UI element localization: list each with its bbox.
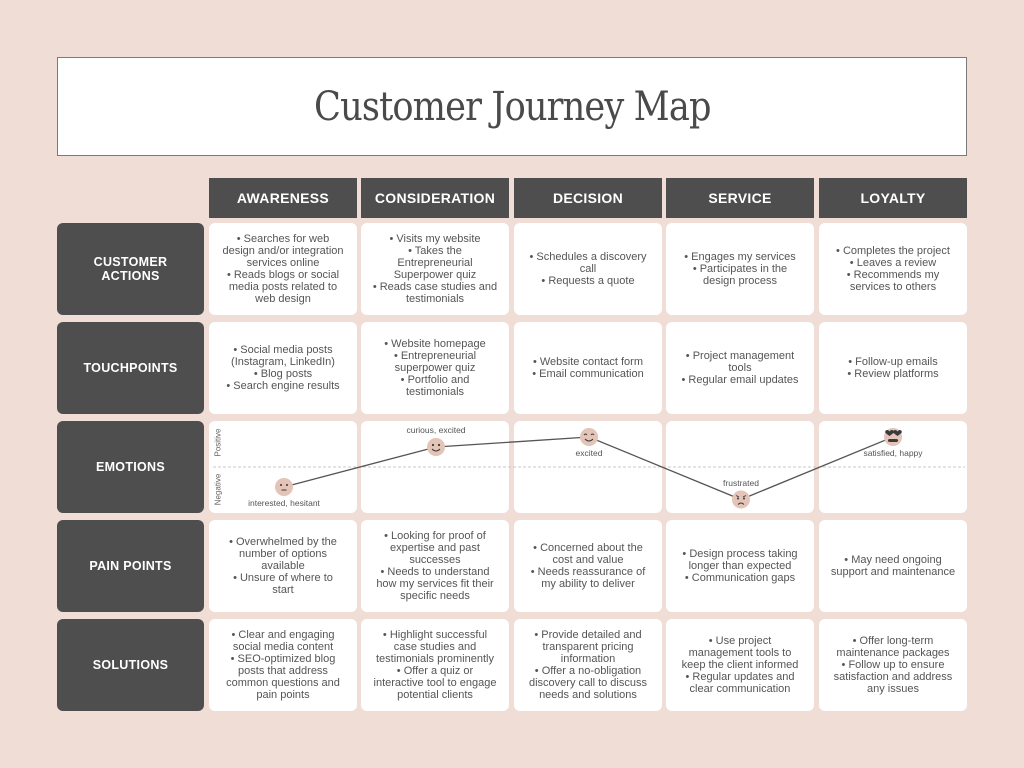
emotion-label: frustrated <box>723 477 759 488</box>
cell-text: • Social media posts (Instagram, LinkedI… <box>226 344 340 392</box>
cell-text: • Provide detailed and transparent prici… <box>529 629 647 701</box>
emotion-cell <box>666 421 814 513</box>
row-label-solutions: SOLUTIONS <box>57 619 204 711</box>
customer-actions-cell-loyalty: • Completes the project • Leaves a revie… <box>819 223 967 315</box>
row-label-text: SOLUTIONS <box>92 658 169 672</box>
row-label-touchpoints: TOUCHPOINTS <box>57 322 204 414</box>
pain-points-cell-service: • Design process taking longer than expe… <box>666 520 814 612</box>
cell-text: • Use project management tools to keep t… <box>681 635 799 695</box>
cell-text: • Website homepage • Entrepreneurial sup… <box>384 338 486 398</box>
cell-text: • Overwhelmed by the number of options a… <box>229 536 337 596</box>
customer-actions-cell-awareness: • Searches for web design and/or integra… <box>209 223 357 315</box>
cell-text: • Concerned about the cost and value • N… <box>530 542 646 590</box>
pain-points-cell-consideration: • Looking for proof of expertise and pas… <box>361 520 509 612</box>
touchpoints-cell-loyalty: • Follow-up emails • Review platforms <box>819 322 967 414</box>
cell-text: • Schedules a discovery call • Requests … <box>529 251 647 287</box>
touchpoints-cell-service: • Project management tools • Regular ema… <box>666 322 814 414</box>
solutions-cell-loyalty: • Offer long-term maintenance packages •… <box>819 619 967 711</box>
stage-header-loyalty: LOYALTY <box>819 178 967 218</box>
row-label-emotions: EMOTIONS <box>57 421 204 513</box>
row-label-text: PAIN POINTS <box>89 559 172 573</box>
pain-points-cell-awareness: • Overwhelmed by the number of options a… <box>209 520 357 612</box>
cell-text: • May need ongoing support and maintenan… <box>830 554 956 578</box>
cell-text: • Clear and engaging social media conten… <box>226 629 340 701</box>
cell-text: • Searches for web design and/or integra… <box>222 233 344 305</box>
row-label-customer-actions: CUSTOMER ACTIONS <box>57 223 204 315</box>
cell-text: • Design process taking longer than expe… <box>682 548 798 584</box>
emotion-cell <box>514 421 662 513</box>
stage-header-decision: DECISION <box>514 178 662 218</box>
row-label-text: TOUCHPOINTS <box>83 361 178 375</box>
stage-header-consideration: CONSIDERATION <box>361 178 509 218</box>
solutions-cell-decision: • Provide detailed and transparent prici… <box>514 619 662 711</box>
stage-header-service: SERVICE <box>666 178 814 218</box>
touchpoints-cell-awareness: • Social media posts (Instagram, LinkedI… <box>209 322 357 414</box>
cell-text: • Looking for proof of expertise and pas… <box>376 530 494 602</box>
cell-text: • Follow-up emails • Review platforms <box>847 356 939 380</box>
emotion-label: interested, hesitant <box>248 498 320 508</box>
page-title: Customer Journey Map <box>313 83 711 130</box>
cell-text: • Engages my services • Participates in … <box>684 251 796 287</box>
customer-actions-cell-decision: • Schedules a discovery call • Requests … <box>514 223 662 315</box>
cell-text: • Website contact form • Email communica… <box>532 356 644 380</box>
cell-text: • Completes the project • Leaves a revie… <box>836 245 950 293</box>
title-banner: Customer Journey Map <box>57 57 967 156</box>
emotion-cell <box>819 421 967 513</box>
row-label-pain-points: PAIN POINTS <box>57 520 204 612</box>
stage-header-awareness: AWARENESS <box>209 178 357 218</box>
cell-text: • Offer long-term maintenance packages •… <box>833 635 953 695</box>
customer-actions-cell-service: • Engages my services • Participates in … <box>666 223 814 315</box>
cell-text: • Highlight successful case studies and … <box>373 629 497 701</box>
pain-points-cell-decision: • Concerned about the cost and value • N… <box>514 520 662 612</box>
touchpoints-cell-decision: • Website contact form • Email communica… <box>514 322 662 414</box>
row-label-text: EMOTIONS <box>95 460 166 474</box>
solutions-cell-awareness: • Clear and engaging social media conten… <box>209 619 357 711</box>
row-label-text: CUSTOMER ACTIONS <box>93 255 168 283</box>
emotion-label: satisfied, happy <box>863 448 923 458</box>
solutions-cell-service: • Use project management tools to keep t… <box>666 619 814 711</box>
pain-points-cell-loyalty: • May need ongoing support and maintenan… <box>819 520 967 612</box>
cell-text: • Project management tools • Regular ema… <box>681 350 799 386</box>
axis-label-negative: Negative <box>213 473 223 506</box>
solutions-cell-consideration: • Highlight successful case studies and … <box>361 619 509 711</box>
cell-text: • Visits my website • Takes the Entrepre… <box>372 233 498 305</box>
customer-actions-cell-consideration: • Visits my website • Takes the Entrepre… <box>361 223 509 315</box>
emotion-label: curious, excited <box>406 425 466 435</box>
touchpoints-cell-consideration: • Website homepage • Entrepreneurial sup… <box>361 322 509 414</box>
emotion-label: excited <box>575 448 603 458</box>
axis-label-positive: Positive <box>213 428 223 457</box>
